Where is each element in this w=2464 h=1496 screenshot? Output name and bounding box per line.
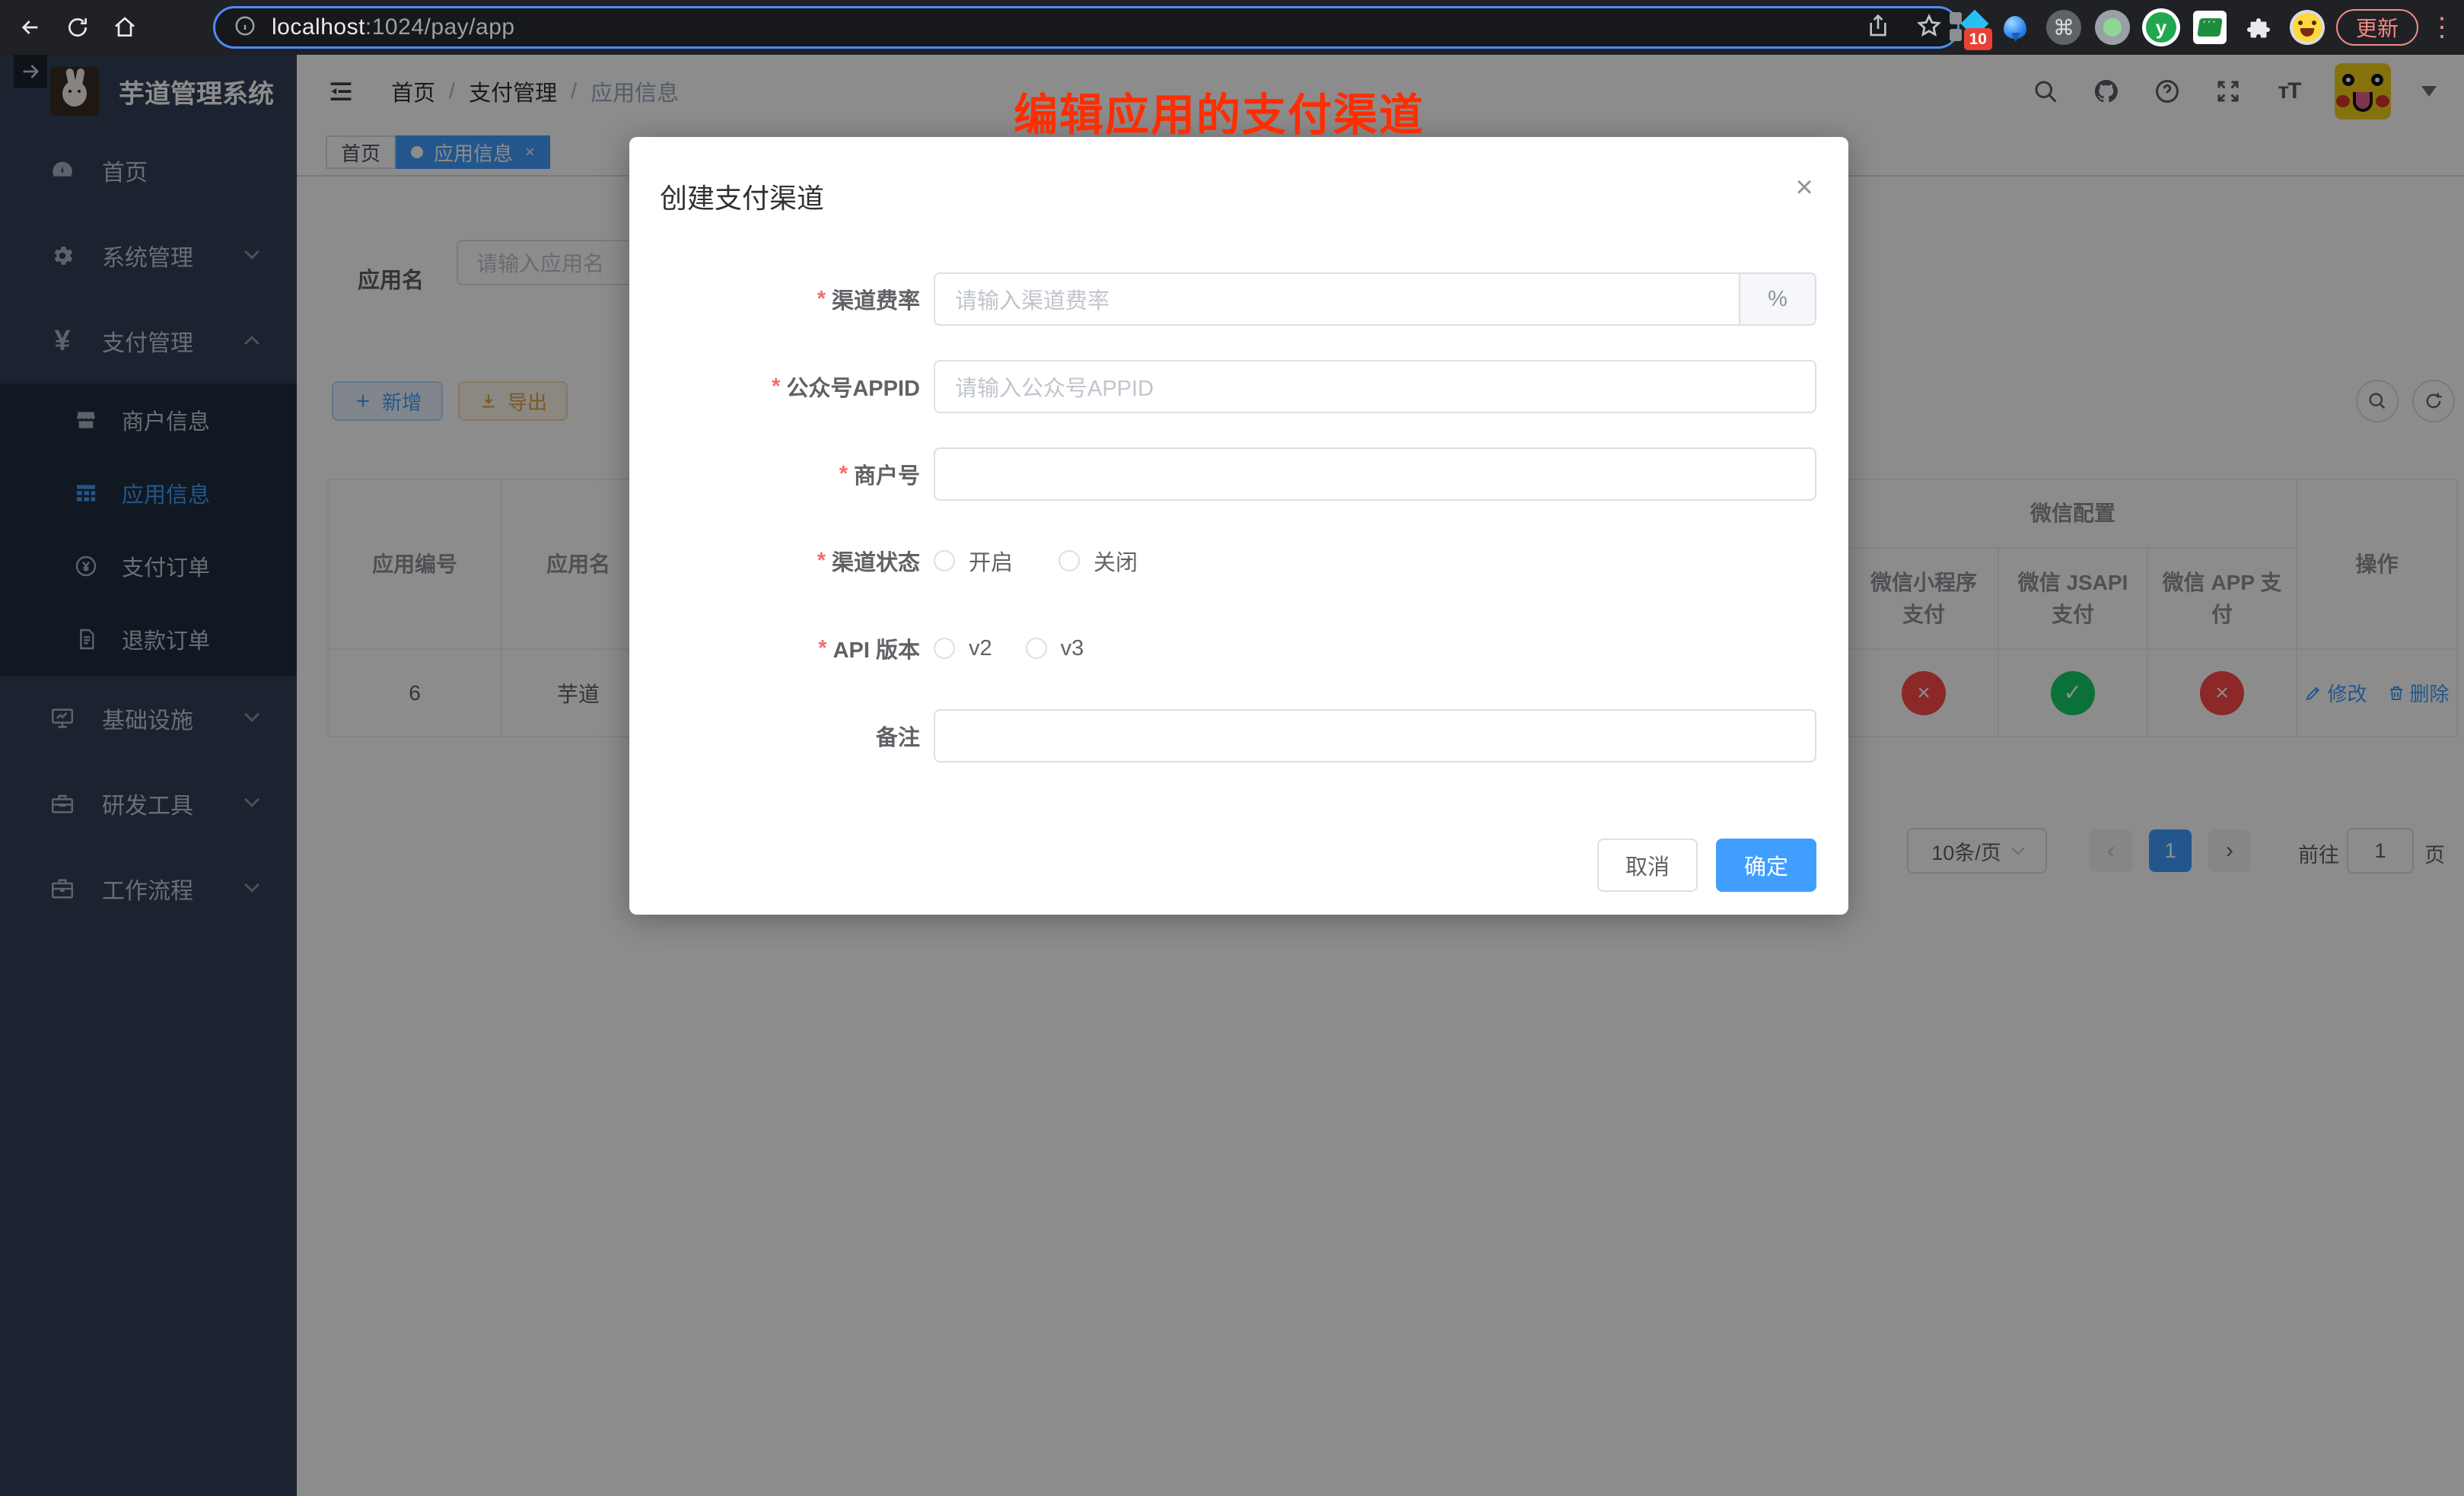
status-label: 渠道状态 (832, 545, 920, 577)
url-text[interactable]: localhost:1024/pay/app (272, 14, 515, 40)
extension-tabs-icon[interactable]: 10 (1947, 8, 1986, 47)
create-channel-dialog: 创建支付渠道 × *渠道费率 请输入渠道费率 % *公众号APPID 请输入公众… (629, 137, 1848, 915)
merchant-label: 商户号 (854, 458, 920, 490)
required-asterisk: * (817, 549, 826, 574)
bookmark-star-icon[interactable] (1916, 13, 1942, 43)
appid-input[interactable]: 请输入公众号APPID (934, 360, 1816, 413)
required-asterisk: * (817, 287, 826, 312)
status-radio-group: 开启 关闭 (934, 534, 1138, 587)
reload-icon[interactable] (61, 11, 94, 44)
back-icon[interactable] (14, 11, 47, 44)
extensions-puzzle-icon[interactable] (2239, 8, 2278, 47)
form-row-appid: *公众号APPID 请输入公众号APPID (629, 360, 1848, 413)
required-asterisk: * (772, 374, 780, 399)
browser-menu-icon[interactable]: ⋮ (2429, 12, 2452, 43)
site-info-icon[interactable] (234, 14, 256, 41)
extension-y-icon[interactable]: y (2141, 8, 2181, 47)
api-version-label: API 版本 (833, 632, 920, 664)
remark-input[interactable] (934, 709, 1816, 762)
radio-status-closed[interactable]: 关闭 (1059, 545, 1138, 577)
radio-circle-icon (1026, 638, 1047, 659)
dialog-title: 创建支付渠道 (660, 177, 824, 216)
url-bar[interactable]: localhost:1024/pay/app (213, 6, 1959, 49)
form-row-status: *渠道状态 开启 关闭 (629, 534, 1848, 587)
extension-chat-icon[interactable] (2190, 8, 2230, 47)
rate-suffix: % (1739, 274, 1815, 324)
forward-icon[interactable] (14, 55, 47, 88)
merchant-input[interactable] (934, 447, 1816, 501)
radio-api-v2[interactable]: v2 (934, 636, 992, 661)
radio-api-v3[interactable]: v3 (1026, 636, 1084, 661)
extension-balloon-icon[interactable] (1995, 8, 2035, 47)
browser-profile-avatar[interactable] (2287, 8, 2327, 47)
browser-toolbar: localhost:1024/pay/app 10 ⌘ y 更新 ⋮ (0, 0, 2464, 55)
remark-label: 备注 (876, 720, 920, 752)
form-row-remark: 备注 (629, 709, 1848, 762)
radio-circle-icon (934, 638, 955, 659)
required-asterisk: * (818, 636, 826, 661)
browser-update-button[interactable]: 更新 (2336, 9, 2418, 46)
radio-circle-icon (1059, 550, 1080, 571)
rate-label: 渠道费率 (832, 283, 920, 315)
annotation-title: 编辑应用的支付渠道 (968, 79, 1470, 143)
rate-input[interactable]: 请输入渠道费率 % (934, 272, 1816, 326)
radio-status-open[interactable]: 开启 (934, 545, 1013, 577)
required-asterisk: * (839, 462, 848, 487)
extension-command-icon[interactable]: ⌘ (2044, 8, 2084, 47)
appid-label: 公众号APPID (786, 371, 920, 403)
home-icon[interactable] (108, 11, 142, 44)
api-version-radio-group: v2 v3 (934, 622, 1084, 675)
extension-badge: 10 (1964, 28, 1992, 50)
cancel-button[interactable]: 取消 (1597, 839, 1698, 892)
dialog-footer: 取消 确定 (1597, 839, 1816, 892)
form-row-api-version: * API 版本 v2 v3 (629, 622, 1848, 675)
close-icon[interactable]: × (1788, 170, 1821, 204)
radio-circle-icon (934, 550, 955, 571)
extension-recorder-icon[interactable] (2093, 8, 2132, 47)
form-row-rate: *渠道费率 请输入渠道费率 % (629, 272, 1848, 326)
extension-area: 10 ⌘ y 更新 ⋮ (1947, 0, 2464, 55)
share-icon[interactable] (1866, 14, 1890, 42)
screen: localhost:1024/pay/app 10 ⌘ y 更新 ⋮ 芋道管理系… (0, 0, 2464, 1496)
confirm-button[interactable]: 确定 (1716, 839, 1816, 892)
form-row-merchant: *商户号 (629, 447, 1848, 501)
